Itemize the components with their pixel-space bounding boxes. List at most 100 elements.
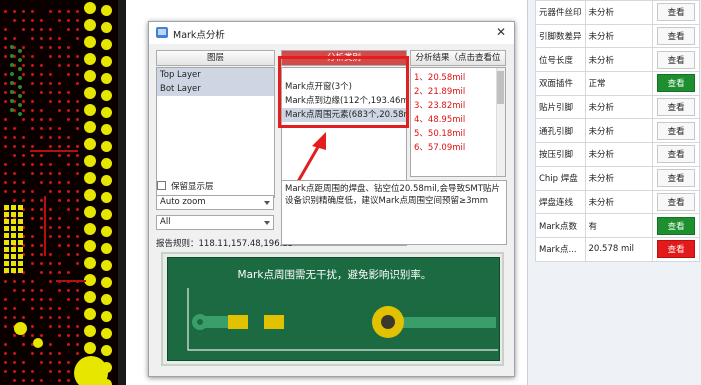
- check-row[interactable]: Chip 焊盘 未分析 查看: [535, 165, 700, 191]
- result-item[interactable]: 2、21.89mil: [411, 85, 505, 99]
- results-list[interactable]: 1、20.58mil 2、21.89mil 3、23.82mil 4、48.95…: [410, 67, 506, 177]
- pcb-via-icon: [58, 199, 61, 202]
- check-action-cell: 查看: [652, 118, 700, 144]
- layers-header[interactable]: 图层: [156, 50, 275, 66]
- pcb-via-icon: [31, 289, 34, 292]
- view-button[interactable]: 查看: [657, 145, 696, 164]
- pcb-via-icon: [13, 370, 16, 373]
- pad-left-hole-icon: [197, 319, 203, 325]
- check-row[interactable]: Mark点数有查看: [535, 213, 700, 238]
- view-button[interactable]: 查看: [657, 27, 696, 46]
- analysis-item-opening[interactable]: Mark点开窗(3个): [282, 80, 406, 94]
- view-button[interactable]: 查看: [657, 121, 696, 140]
- view-button[interactable]: 查看: [657, 169, 696, 188]
- analysis-header[interactable]: 分析类别: [281, 50, 407, 66]
- result-item[interactable]: 1、20.58mil: [411, 71, 505, 85]
- pcb-via-icon: [49, 28, 52, 31]
- pcb-via-icon: [13, 37, 16, 40]
- pcb-via-icon: [58, 181, 61, 184]
- pcb-via-icon: [4, 73, 7, 76]
- pcb-via-icon: [49, 172, 52, 175]
- pcb-via-icon: [40, 253, 43, 256]
- pcb-smd-pad-icon: [11, 261, 16, 266]
- pcb-pad-icon: [101, 277, 112, 288]
- layers-list[interactable]: Top Layer Bot Layer: [156, 67, 275, 198]
- pcb-smd-pad-icon: [11, 233, 16, 238]
- pcb-via-icon: [58, 10, 61, 13]
- check-action-cell: 查看: [652, 236, 700, 262]
- check-row[interactable]: 双面插件 正常 查看: [535, 71, 700, 96]
- pcb-via-icon: [49, 280, 52, 283]
- pcb-via-icon: [31, 64, 34, 67]
- pcb-via-icon: [58, 55, 61, 58]
- pcb-via-icon: [4, 100, 7, 103]
- pcb-via-icon: [40, 217, 43, 220]
- pcb-via-icon: [67, 91, 70, 94]
- pcb-via-icon: [4, 181, 7, 184]
- view-button[interactable]: 查看: [657, 216, 696, 235]
- check-row[interactable]: 通孔引脚 未分析 查看: [535, 118, 700, 144]
- pcb-via-icon: [49, 91, 52, 94]
- check-row[interactable]: Mark点... 20.578 mil 查看: [535, 236, 700, 262]
- check-list-panel: 元器件丝印 未分析 查看 引脚数差异 未分析 查看 位号长度 未分析 查看 双面插件 正常 查看 贴片引…: [527, 0, 701, 385]
- results-header[interactable]: 分析结果（点击查看位置）: [410, 50, 506, 78]
- analysis-item-edge[interactable]: Mark点到边缘(112个,193.46mil): [282, 94, 406, 108]
- pcb-via-icon: [4, 91, 7, 94]
- check-action-cell: 查看: [652, 47, 700, 73]
- check-value: 未分析: [584, 23, 654, 49]
- pcb-pad-icon: [101, 107, 112, 118]
- pcb-via-icon: [76, 109, 79, 112]
- check-row[interactable]: 元器件丝印 未分析 查看: [535, 0, 700, 25]
- pcb-via-icon: [40, 64, 43, 67]
- view-button[interactable]: 查看: [657, 74, 696, 93]
- check-row[interactable]: 位号长度 未分析 查看: [535, 47, 700, 73]
- pcb-testpoint-icon: [18, 85, 22, 89]
- view-button[interactable]: 查看: [657, 3, 696, 22]
- filter-select[interactable]: All: [156, 215, 274, 230]
- pcb-via-icon: [58, 226, 61, 229]
- check-row[interactable]: 焊盘连线 未分析 查看: [535, 189, 700, 215]
- pcb-via-icon: [58, 217, 61, 220]
- pcb-via-icon: [40, 163, 43, 166]
- pcb-pad-icon: [84, 240, 96, 252]
- pcb-pad-icon: [84, 138, 96, 150]
- pcb-via-icon: [67, 316, 70, 319]
- result-item[interactable]: 3、23.82mil: [411, 99, 505, 113]
- pcb-pad-icon: [84, 155, 96, 167]
- close-icon[interactable]: ✕: [496, 25, 506, 39]
- result-item[interactable]: 4、48.95mil: [411, 113, 505, 127]
- pcb-via-icon: [31, 73, 34, 76]
- result-item[interactable]: 6、57.09mil: [411, 141, 505, 155]
- results-scroll-thumb[interactable]: [497, 71, 504, 104]
- results-scrollbar[interactable]: [496, 68, 505, 176]
- check-value: 未分析: [584, 47, 654, 73]
- check-row[interactable]: 按压引脚 未分析 查看: [535, 142, 700, 167]
- check-name: Mark点数: [535, 213, 586, 238]
- view-button[interactable]: 查看: [657, 240, 696, 259]
- pcb-via-icon: [67, 46, 70, 49]
- pcb-via-icon: [49, 262, 52, 265]
- illustration-drawing: [187, 288, 498, 351]
- pcb-via-icon: [67, 235, 70, 238]
- layer-item-bot[interactable]: Bot Layer: [157, 82, 274, 96]
- layer-item-top[interactable]: Top Layer: [157, 68, 274, 82]
- pcb-testpoint-icon: [10, 54, 14, 58]
- pcb-canvas[interactable]: [0, 0, 126, 385]
- view-button[interactable]: 查看: [657, 50, 696, 69]
- keep-layer-checkbox[interactable]: [157, 181, 166, 190]
- dialog-titlebar[interactable]: Mark点分析 ✕: [149, 22, 514, 44]
- view-button[interactable]: 查看: [657, 98, 696, 117]
- result-item[interactable]: 5、50.18mil: [411, 127, 505, 141]
- analysis-item-surrounding[interactable]: Mark点周围元素(683个,20.58mil): [282, 108, 406, 122]
- check-row[interactable]: 引脚数差异 未分析 查看: [535, 23, 700, 49]
- pcb-via-icon: [22, 136, 25, 139]
- pcb-via-icon: [67, 298, 70, 301]
- pcb-testpoint-icon: [10, 45, 14, 49]
- zoom-select[interactable]: Auto zoom: [156, 195, 274, 210]
- pcb-via-icon: [13, 316, 16, 319]
- pcb-pad-icon: [101, 328, 112, 339]
- check-row[interactable]: 贴片引脚 未分析 查看: [535, 94, 700, 120]
- pcb-via-icon: [67, 10, 70, 13]
- view-button[interactable]: 查看: [657, 192, 696, 211]
- pcb-via-icon: [67, 199, 70, 202]
